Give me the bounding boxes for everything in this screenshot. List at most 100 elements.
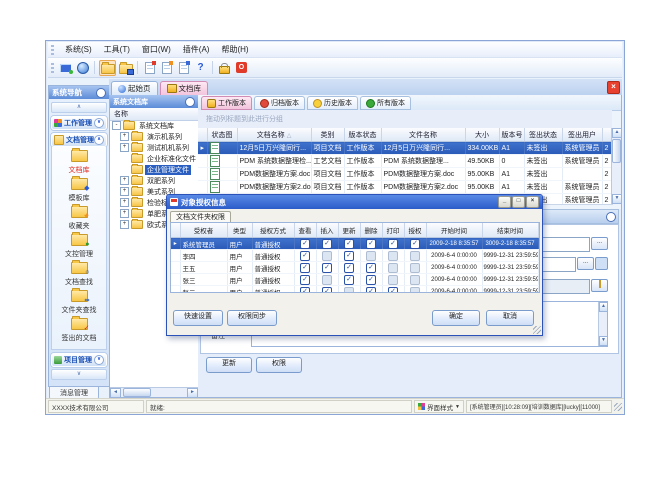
horizontal-scrollbar[interactable]: ◄ ► [110, 387, 198, 397]
pin-icon[interactable] [96, 88, 106, 98]
scrollbar-thumb[interactable] [123, 388, 151, 397]
column-doc-name[interactable]: 文档名称△ [237, 128, 311, 142]
table-row[interactable]: PDM数据整理方案.doc 项目文档 工作版本 PDM数据整理方案.doc 95… [198, 168, 613, 181]
scroll-up-icon[interactable]: ▲ [612, 128, 622, 138]
vertical-scrollbar[interactable]: ▲ ▼ [598, 302, 607, 346]
chevron-up-icon[interactable]: ∧ [94, 135, 104, 145]
chevron-down-icon[interactable]: ∨ [94, 118, 104, 128]
dialog-titlebar[interactable]: 对象授权信息 _ □ × [167, 195, 542, 209]
update-checkbox[interactable] [344, 287, 354, 294]
browse-button[interactable]: ... [591, 237, 608, 250]
quick-setup-button[interactable]: 快速设置 [173, 310, 223, 326]
insert-checkbox[interactable] [322, 287, 332, 294]
insert-checkbox[interactable] [322, 263, 332, 273]
report-browse-icon[interactable] [159, 61, 174, 75]
tree-expander-icon[interactable]: + [120, 209, 129, 218]
sidebar-item[interactable]: 文档库 [52, 150, 106, 175]
column-status[interactable]: 状态图 [207, 128, 237, 142]
sidebar-item[interactable]: ○ 文档查找 [52, 262, 106, 287]
table-row[interactable]: 12月5日万兴隆同行... 项目文档 工作版本 12月5日万兴隆同行... 33… [198, 142, 613, 155]
ok-button[interactable]: 确定 [432, 310, 480, 326]
column-authorize[interactable]: 授权 [404, 223, 426, 238]
sidebar-group-work[interactable]: 工作管理 ∨ [51, 116, 107, 130]
delete-checkbox[interactable] [366, 275, 376, 285]
column-update[interactable]: 更新 [338, 223, 360, 238]
authorize-checkbox[interactable] [410, 275, 420, 285]
report-edit-icon[interactable] [176, 61, 191, 75]
permission-sync-button[interactable]: 权限同步 [227, 310, 277, 326]
toolbar-grip[interactable] [51, 63, 54, 73]
authorize-checkbox[interactable] [410, 239, 420, 249]
view-checkbox[interactable] [300, 275, 310, 285]
sidebar-item[interactable]: ◆ 模板库 [52, 178, 106, 203]
insert-checkbox[interactable] [322, 275, 332, 285]
resize-grip[interactable] [614, 403, 622, 411]
tree-expander-icon[interactable]: - [112, 121, 121, 130]
column-file-name[interactable]: 文件名称 [381, 128, 465, 142]
column-mode[interactable]: 授权方式 [252, 223, 294, 238]
permission-row[interactable]: 张三 用户 普通授权 2009-6-4 0:00:00 9999-12-31 2… [171, 274, 538, 286]
folder-browse-button[interactable] [591, 279, 608, 292]
pin-icon[interactable] [185, 97, 195, 107]
internet-icon[interactable] [75, 61, 90, 75]
delete-checkbox[interactable] [366, 239, 376, 249]
column-delete[interactable]: 删除 [360, 223, 382, 238]
browse-button[interactable]: ... [577, 257, 594, 270]
print-checkbox[interactable] [388, 251, 398, 261]
delete-checkbox[interactable] [366, 263, 376, 273]
sidebar-item[interactable]: ∞ 文件夹查找 [52, 290, 106, 315]
column-view[interactable]: 查看 [294, 223, 316, 238]
tree-item[interactable]: 企业管理文件 [110, 164, 198, 175]
version-tab[interactable]: 工作版本 [201, 96, 252, 110]
report-new-icon[interactable] [142, 61, 157, 75]
table-row[interactable]: PDM数据整理方案2.doc 项目文档 工作版本 PDM数据整理方案2.doc … [198, 181, 613, 194]
update-button[interactable]: 更新 [206, 357, 252, 373]
chevron-icon[interactable] [606, 212, 616, 222]
sidebar-item[interactable]: ★ 收藏夹 [52, 206, 106, 231]
collapse-strip[interactable]: ∧ [51, 102, 107, 113]
tree-expander-icon[interactable] [120, 154, 129, 163]
menu-grip[interactable] [51, 45, 54, 55]
print-checkbox[interactable] [388, 275, 398, 285]
lock-icon[interactable] [217, 61, 232, 75]
tree-expander-icon[interactable]: + [120, 187, 129, 196]
column-version-status[interactable]: 版本状态 [344, 128, 381, 142]
delete-checkbox[interactable] [366, 251, 376, 261]
column-print[interactable]: 打印 [382, 223, 404, 238]
update-checkbox[interactable] [344, 239, 354, 249]
scroll-up-icon[interactable]: ▲ [599, 302, 608, 312]
tree-item[interactable]: + 双肥系列 [110, 175, 198, 186]
tree-expander-icon[interactable]: + [120, 143, 129, 152]
column-end-time[interactable]: 结束时间 [482, 223, 538, 238]
tree-item[interactable]: + 测试机机系列 [110, 142, 198, 153]
scroll-down-icon[interactable]: ▼ [612, 194, 622, 204]
permission-row[interactable]: 李四 用户 普通授权 2009-6-4 0:00:00 9999-12-31 2… [171, 250, 538, 262]
insert-checkbox[interactable] [322, 239, 332, 249]
tree-expander-icon[interactable]: + [120, 132, 129, 141]
column-type[interactable]: 类型 [227, 223, 252, 238]
view-checkbox[interactable] [300, 239, 310, 249]
menu-item[interactable]: 窗口(W) [136, 42, 177, 57]
menu-item[interactable]: 系统(S) [59, 42, 98, 57]
ui-style-selector[interactable]: 界面样式 ▼ [414, 400, 464, 413]
column-checkout-status[interactable]: 签出状态 [524, 128, 562, 142]
send-folder-icon[interactable] [118, 61, 133, 75]
picker-button[interactable] [595, 257, 608, 270]
close-icon[interactable]: × [526, 196, 539, 208]
scroll-left-icon[interactable]: ◄ [110, 388, 121, 398]
permission-row[interactable]: 王五 用户 普通授权 2009-6-4 0:00:00 9999-12-31 2… [171, 262, 538, 274]
view-checkbox[interactable] [300, 287, 310, 294]
sidebar-item[interactable]: ● 文控管理 [52, 234, 106, 259]
table-row[interactable]: PDM 系统数据整理检... 工艺文档 工作版本 PDM 系统数据整理... 4… [198, 155, 613, 168]
sidebar-item[interactable]: ✓ 签出的文档 [52, 318, 106, 343]
version-tab[interactable]: 所有版本 [360, 96, 411, 110]
permission-button[interactable]: 权限 [256, 357, 302, 373]
scroll-right-icon[interactable]: ► [187, 388, 198, 398]
print-checkbox[interactable] [388, 287, 398, 294]
print-checkbox[interactable] [388, 239, 398, 249]
permission-row[interactable]: 赵二 用户 普通授权 2009-6-4 0:00:00 9999-12-31 2… [171, 286, 538, 294]
permission-row[interactable]: 系统管理员 用户 普通授权 2009-2-18 8:35:57 3009-2-1… [171, 238, 538, 250]
tree-item[interactable]: 企业标准化文件 [110, 153, 198, 164]
view-checkbox[interactable] [300, 251, 310, 261]
authorize-checkbox[interactable] [410, 251, 420, 261]
